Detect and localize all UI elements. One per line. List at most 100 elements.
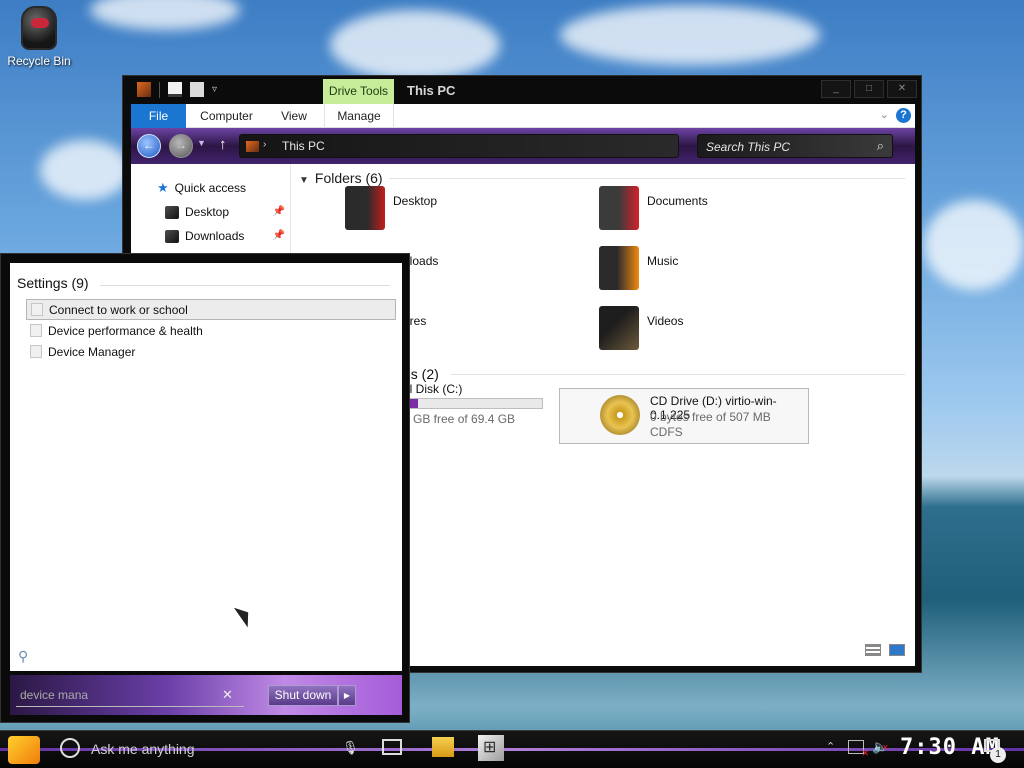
music-folder-icon <box>599 246 639 290</box>
collapse-caret-icon: ▼ <box>299 175 309 186</box>
cd-drive-free: 0 bytes free of 507 MB <box>650 410 771 424</box>
customize-chevron-icon[interactable]: ▿ <box>212 82 222 97</box>
divider <box>159 82 160 98</box>
quick-access-toolbar: ▿ <box>137 82 222 98</box>
result-item-connect-to-work[interactable]: Connect to work or school <box>26 299 396 320</box>
close-button[interactable]: ✕ <box>887 80 917 98</box>
tab-file[interactable]: File <box>131 104 186 128</box>
view-toggle <box>865 644 905 656</box>
file-explorer-taskbar-icon[interactable] <box>432 737 454 757</box>
desktop-folder-icon <box>345 186 385 230</box>
folder-label: Desktop <box>393 194 438 208</box>
pin-icon: 📌 <box>272 206 285 217</box>
settings-page-icon <box>30 324 42 337</box>
maximize-button[interactable]: □ <box>854 80 884 98</box>
task-view-icon[interactable] <box>382 739 402 755</box>
properties-icon[interactable] <box>168 82 182 97</box>
show-hidden-icons-chevron-icon[interactable]: ⌃ <box>826 740 835 753</box>
nav-item-desktop[interactable]: Desktop 📌 <box>165 202 287 222</box>
back-button[interactable]: ← <box>137 134 161 158</box>
recent-locations-chevron-icon[interactable]: ▼ <box>197 138 206 148</box>
result-item-device-manager[interactable]: Device Manager <box>26 341 396 362</box>
cd-drive-icon <box>600 395 640 435</box>
taskbar-search-input[interactable]: Ask me anything <box>91 741 195 757</box>
new-folder-icon[interactable] <box>190 82 204 97</box>
search-placeholder: Search This PC <box>706 140 791 154</box>
desktop-folder-icon <box>165 205 179 219</box>
nav-item-label: Downloads <box>185 229 245 243</box>
clear-search-icon[interactable]: ✕ <box>222 687 233 703</box>
local-disk-name[interactable]: al Disk (C:) <box>403 382 462 396</box>
folder-documents[interactable]: Documents <box>599 186 839 238</box>
folder-music[interactable]: Music <box>599 246 839 298</box>
tab-manage[interactable]: Manage <box>324 104 394 128</box>
address-bar[interactable]: › This PC <box>239 134 679 158</box>
star-icon: ★ <box>157 180 169 195</box>
drive-cd-d[interactable]: CD Drive (D:) virtio-win-0.1.225 0 bytes… <box>559 388 809 444</box>
divider <box>451 374 905 375</box>
cloud <box>330 10 500 80</box>
start-button[interactable] <box>8 736 40 764</box>
notification-badge: 1 <box>990 747 1006 763</box>
group-header-folders[interactable]: ▼ Folders (6) <box>299 168 383 188</box>
details-view-icon[interactable] <box>865 644 881 656</box>
nav-item-quick-access[interactable]: ★ Quick access <box>157 178 287 198</box>
breadcrumb[interactable]: This PC <box>282 139 325 153</box>
search-icon[interactable]: ⚲ <box>18 648 28 665</box>
minimize-button[interactable]: _ <box>821 80 851 98</box>
large-icons-view-icon[interactable] <box>889 644 905 656</box>
pin-icon: 📌 <box>272 230 285 241</box>
this-pc-icon <box>246 141 259 152</box>
help-icon[interactable]: ? <box>896 108 911 123</box>
start-search-input[interactable] <box>16 683 244 707</box>
address-toolbar: ← → ▼ ↑ › This PC Search This PC ⌕ <box>131 128 915 164</box>
local-disk-usage-bar <box>403 398 543 409</box>
title-bar[interactable]: ▿ Drive Tools This PC _ □ ✕ <box>123 76 921 104</box>
cortana-icon[interactable] <box>60 738 80 758</box>
divider <box>389 178 905 179</box>
shutdown-button[interactable]: Shut down <box>268 685 338 706</box>
videos-folder-icon <box>599 306 639 350</box>
result-item-device-performance[interactable]: Device performance & health <box>26 320 396 341</box>
folder-videos[interactable]: Videos <box>599 306 839 358</box>
downloads-folder-icon <box>165 229 179 243</box>
expand-ribbon-icon[interactable]: ⌄ <box>880 108 889 121</box>
documents-folder-icon <box>599 186 639 230</box>
cloud <box>90 0 240 30</box>
desktop-icon-recycle-bin[interactable]: Recycle Bin <box>6 6 72 68</box>
result-label: Connect to work or school <box>49 302 188 317</box>
forward-button[interactable]: → <box>169 134 193 158</box>
up-button[interactable]: ↑ <box>219 136 227 153</box>
nav-item-label: Quick access <box>174 181 247 195</box>
search-icon[interactable]: ⌕ <box>877 138 884 154</box>
local-disk-free: 3 GB free of 69.4 GB <box>403 412 516 426</box>
folder-label: Music <box>647 254 679 268</box>
group-header-label: Folders (6) <box>314 170 383 186</box>
tab-computer[interactable]: Computer <box>194 104 259 128</box>
search-input[interactable]: Search This PC ⌕ <box>697 134 893 158</box>
volume-icon[interactable]: 🔈 <box>872 739 889 755</box>
taskbar: Ask me anything 🎙 ⌃ 🔈 7:30 AM 1 <box>0 730 1024 768</box>
network-icon[interactable] <box>848 740 869 759</box>
folder-desktop[interactable]: Desktop <box>345 186 585 238</box>
nav-item-downloads[interactable]: Downloads 📌 <box>165 226 287 246</box>
microphone-icon[interactable]: 🎙 <box>342 740 359 756</box>
recycle-bin-icon <box>21 6 57 50</box>
start-search-panel: Settings (9) Connect to work or school D… <box>0 253 410 723</box>
drive-tools-context-tab[interactable]: Drive Tools <box>323 79 394 104</box>
cloud <box>560 5 820 65</box>
desktop-icon-label: Recycle Bin <box>7 54 71 68</box>
this-pc-icon[interactable] <box>137 82 151 97</box>
folder-label: Documents <box>647 194 708 208</box>
cloud <box>40 140 130 200</box>
ribbon: File Computer View Manage ⌄ ? <box>131 104 915 128</box>
divider <box>100 285 390 286</box>
folder-label: Videos <box>647 314 684 328</box>
store-taskbar-icon[interactable] <box>478 735 504 761</box>
shutdown-options-arrow-icon[interactable]: ▶ <box>338 685 356 706</box>
window-title: This PC <box>407 83 456 98</box>
nav-item-label: Desktop <box>185 205 230 219</box>
breadcrumb-chevron-icon[interactable]: › <box>263 139 266 150</box>
search-results: Settings (9) Connect to work or school D… <box>10 263 402 671</box>
tab-view[interactable]: View <box>274 104 314 128</box>
